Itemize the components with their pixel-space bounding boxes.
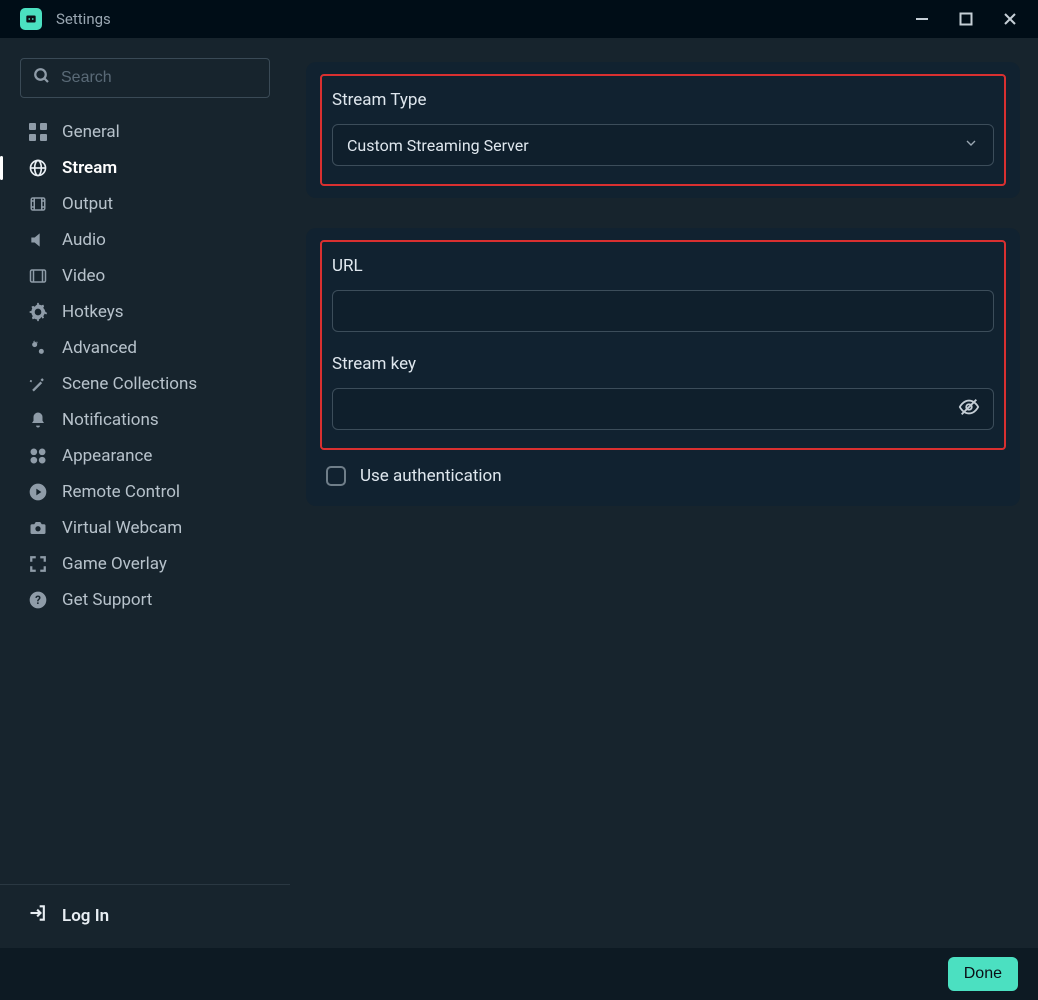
- maximize-button[interactable]: [956, 9, 976, 29]
- eye-off-icon[interactable]: [958, 396, 980, 422]
- content-area: Stream Type Custom Streaming Server URL …: [290, 38, 1038, 948]
- search-input-wrap[interactable]: [20, 58, 270, 98]
- login-button[interactable]: Log In: [0, 884, 290, 948]
- sidebar-item-remote-control[interactable]: Remote Control: [0, 474, 290, 510]
- sidebar-item-label: General: [62, 122, 120, 142]
- stream-server-panel: URL Stream key Use authentication: [306, 228, 1020, 506]
- sidebar-item-general[interactable]: General: [0, 114, 290, 150]
- window-controls: [912, 9, 1020, 29]
- window-title: Settings: [56, 10, 912, 28]
- minimize-button[interactable]: [912, 9, 932, 29]
- sidebar-item-label: Stream: [62, 158, 117, 178]
- sidebar-item-scene-collections[interactable]: Scene Collections: [0, 366, 290, 402]
- sidebar-item-label: Video: [62, 266, 105, 286]
- app-logo-icon: [20, 8, 42, 30]
- sidebar-item-advanced[interactable]: Advanced: [0, 330, 290, 366]
- stream-type-value: Custom Streaming Server: [347, 136, 529, 155]
- stream-key-label: Stream key: [332, 354, 994, 374]
- sidebar-item-label: Game Overlay: [62, 554, 167, 574]
- expand-icon: [28, 554, 48, 574]
- close-button[interactable]: [1000, 9, 1020, 29]
- sidebar-item-hotkeys[interactable]: Hotkeys: [0, 294, 290, 330]
- video-icon: [28, 266, 48, 286]
- film-icon: [28, 194, 48, 214]
- login-label: Log In: [62, 906, 109, 926]
- sidebar-item-label: Virtual Webcam: [62, 518, 182, 538]
- volume-icon: [28, 230, 48, 250]
- stream-type-panel: Stream Type Custom Streaming Server: [306, 62, 1020, 198]
- highlight-box: Stream Type Custom Streaming Server: [320, 74, 1006, 186]
- globe-icon: [28, 158, 48, 178]
- sidebar-item-label: Scene Collections: [62, 374, 197, 394]
- url-label: URL: [332, 256, 994, 276]
- camera-icon: [28, 518, 48, 538]
- footer-bar: Done: [0, 948, 1038, 1000]
- sidebar-item-label: Notifications: [62, 410, 159, 430]
- sidebar-item-stream[interactable]: Stream: [0, 150, 290, 186]
- play-circle-icon: [28, 482, 48, 502]
- use-auth-label: Use authentication: [360, 466, 502, 486]
- titlebar: Settings: [0, 0, 1038, 38]
- sidebar-item-label: Remote Control: [62, 482, 180, 502]
- done-button[interactable]: Done: [948, 957, 1018, 991]
- palette-icon: [28, 446, 48, 466]
- sidebar-item-notifications[interactable]: Notifications: [0, 402, 290, 438]
- sidebar-item-label: Audio: [62, 230, 106, 250]
- grid-icon: [28, 122, 48, 142]
- sidebar-item-audio[interactable]: Audio: [0, 222, 290, 258]
- sidebar-item-output[interactable]: Output: [0, 186, 290, 222]
- svg-text:?: ?: [35, 593, 41, 607]
- use-auth-row[interactable]: Use authentication: [324, 460, 1002, 488]
- gears-icon: [28, 338, 48, 358]
- stream-key-input[interactable]: [332, 388, 994, 430]
- sidebar-item-appearance[interactable]: Appearance: [0, 438, 290, 474]
- login-icon: [28, 903, 48, 928]
- use-auth-checkbox[interactable]: [326, 466, 346, 486]
- search-icon: [33, 67, 51, 89]
- bell-icon: [28, 410, 48, 430]
- sidebar-item-virtual-webcam[interactable]: Virtual Webcam: [0, 510, 290, 546]
- sidebar-item-video[interactable]: Video: [0, 258, 290, 294]
- stream-type-label: Stream Type: [332, 90, 994, 110]
- sidebar-item-label: Appearance: [62, 446, 152, 466]
- sidebar-item-get-support[interactable]: ? Get Support: [0, 582, 290, 618]
- stream-type-select[interactable]: Custom Streaming Server: [332, 124, 994, 166]
- sidebar-item-label: Get Support: [62, 590, 152, 610]
- help-icon: ?: [28, 590, 48, 610]
- sidebar-item-label: Output: [62, 194, 113, 214]
- gear-icon: [28, 302, 48, 322]
- sidebar-item-label: Advanced: [62, 338, 137, 358]
- sidebar-item-label: Hotkeys: [62, 302, 124, 322]
- sidebar: General Stream Output Audio Video Hotkey…: [0, 38, 290, 948]
- url-input[interactable]: [332, 290, 994, 332]
- highlight-box: URL Stream key: [320, 240, 1006, 450]
- sidebar-item-game-overlay[interactable]: Game Overlay: [0, 546, 290, 582]
- chevron-down-icon: [963, 135, 979, 155]
- search-input[interactable]: [61, 69, 268, 87]
- wand-icon: [28, 374, 48, 394]
